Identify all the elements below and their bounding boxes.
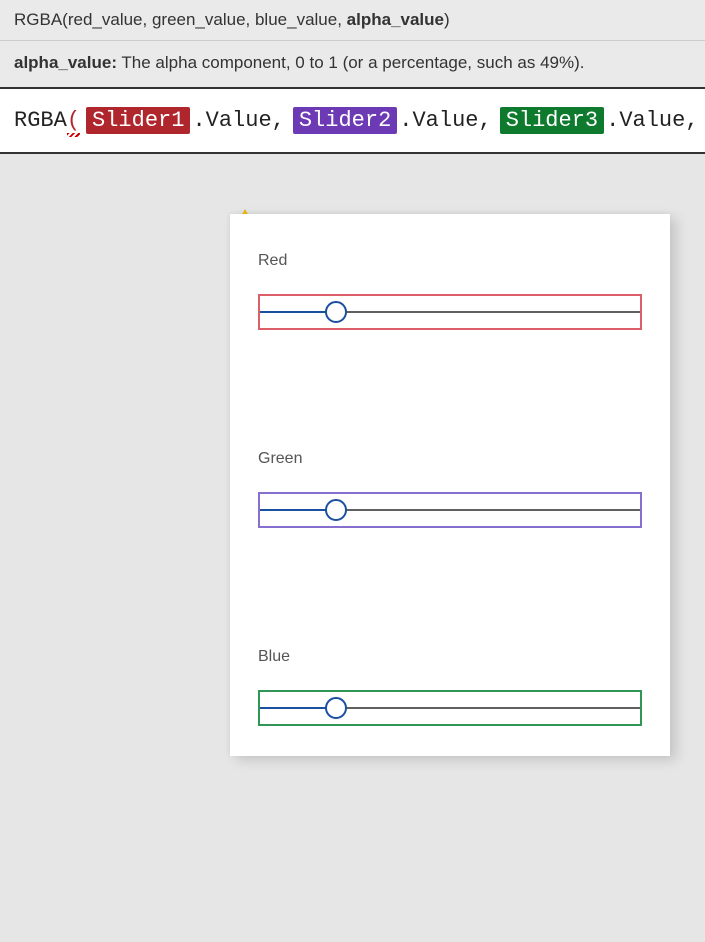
formula-dot: . — [399, 108, 412, 133]
slider-green-block: Green — [258, 450, 642, 528]
slider-red[interactable] — [258, 294, 642, 330]
param-desc-label: alpha_value: — [14, 53, 117, 72]
formula-comma: , — [272, 108, 285, 133]
slider-red-block: Red — [258, 252, 642, 330]
slider-green[interactable] — [258, 492, 642, 528]
color-picker-card[interactable]: Red Green Blue — [230, 214, 670, 756]
signature-suffix: ) — [444, 10, 450, 29]
slider-label-red: Red — [258, 252, 642, 270]
formula-open-paren: ( — [67, 108, 80, 133]
formula-dot: . — [192, 108, 205, 133]
formula-property: Value — [619, 108, 685, 133]
intellisense-signature: RGBA(red_value, green_value, blue_value,… — [0, 0, 705, 41]
slider-thumb[interactable] — [325, 697, 347, 719]
formula-comma: , — [685, 108, 698, 133]
slider-label-blue: Blue — [258, 648, 642, 666]
formula-function-name: RGBA — [14, 108, 67, 133]
formula-slider1-token: Slider1 — [86, 107, 190, 134]
canvas-design-surface[interactable]: Red Green Blue — [0, 154, 705, 921]
formula-bar[interactable]: RGBA( Slider1.Value, Slider2.Value, Slid… — [0, 89, 705, 154]
signature-prefix: RGBA( — [14, 10, 68, 29]
param-desc-text: The alpha component, 0 to 1 (or a percen… — [117, 53, 584, 72]
formula-slider3-token: Slider3 — [500, 107, 604, 134]
slider-blue-block: Blue — [258, 648, 642, 726]
slider-thumb[interactable] — [325, 499, 347, 521]
slider-label-green: Green — [258, 450, 642, 468]
intellisense-description: alpha_value: The alpha component, 0 to 1… — [0, 41, 705, 89]
slider-thumb[interactable] — [325, 301, 347, 323]
formula-slider2-token: Slider2 — [293, 107, 397, 134]
slider-blue[interactable] — [258, 690, 642, 726]
formula-property: Value — [412, 108, 478, 133]
formula-comma: , — [479, 108, 492, 133]
formula-property: Value — [206, 108, 272, 133]
signature-plain-params: red_value, green_value, blue_value, — [68, 10, 347, 29]
formula-dot: . — [606, 108, 619, 133]
signature-active-param: alpha_value — [347, 10, 444, 29]
